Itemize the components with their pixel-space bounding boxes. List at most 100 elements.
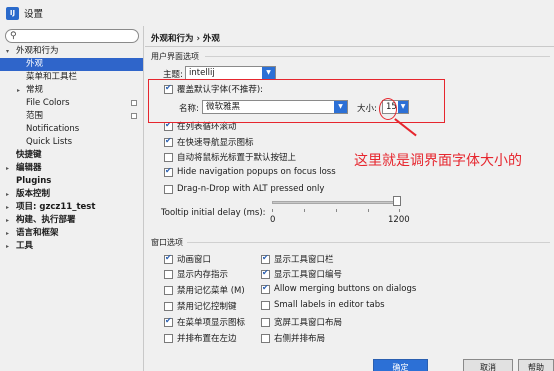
tree-item-label: 工具 (16, 241, 34, 251)
cancel-button[interactable]: 取消 (463, 359, 513, 371)
checkbox[interactable] (164, 152, 173, 162)
tree-item-tools[interactable]: ▸ 工具 (0, 240, 143, 253)
project-scope-icon (131, 113, 137, 119)
search-icon: ⚲ (10, 31, 17, 41)
tree-item-label: 语言和框架 (16, 228, 59, 238)
checkbox[interactable] (261, 300, 270, 310)
window-option-right-1[interactable]: 显示工具窗口编号 (261, 268, 342, 280)
window-option-right-3[interactable]: Small labels in editor tabs (261, 300, 385, 310)
window-option-right-4[interactable]: 宽屏工具窗口布局 (261, 316, 342, 328)
tree-item-label: 范围 (26, 111, 44, 121)
expand-arrow-icon[interactable]: ▸ (6, 227, 9, 240)
checkbox[interactable] (164, 166, 173, 177)
slider-tick (368, 209, 369, 212)
tree-item-plugins[interactable]: Plugins (0, 175, 143, 188)
tree-item-general[interactable]: ▸ 常规 (0, 84, 143, 97)
tree-item-label: 项目: gzcz11_test (16, 202, 96, 212)
settings-content: 外观和行为 › 外观 用户界面选项 主题: intellij ▼ 覆盖默认字体(… (145, 26, 554, 371)
slider-max-value: 1200 (388, 215, 410, 225)
checkbox[interactable] (164, 184, 173, 194)
tree-item-menus-toolbars[interactable]: 菜单和工具栏 (0, 71, 143, 84)
window-option-left-5[interactable]: 并排布置在左边 (164, 332, 237, 344)
tree-item-appearance[interactable]: 外观 (0, 58, 143, 71)
section-divider (205, 56, 550, 57)
expand-arrow-icon[interactable]: ▸ (6, 162, 9, 175)
chevron-down-icon[interactable]: ▼ (262, 67, 275, 79)
tree-item-label: 构建、执行部署 (16, 215, 76, 225)
tree-item-label: 常规 (26, 85, 44, 95)
checkbox[interactable] (261, 268, 270, 279)
expand-arrow-icon[interactable]: ▸ (6, 214, 9, 227)
tooltip-delay-slider-track[interactable] (272, 201, 400, 204)
ok-button[interactable]: 确定 (373, 359, 428, 371)
expand-arrow-icon[interactable]: ▸ (6, 240, 9, 253)
help-button[interactable]: 帮助 (518, 359, 554, 371)
checkbox[interactable] (261, 317, 270, 327)
tree-item-file-colors[interactable]: File Colors (0, 97, 143, 110)
checkbox[interactable] (164, 253, 173, 264)
checkbox[interactable] (261, 333, 270, 343)
checkbox[interactable] (164, 269, 173, 279)
theme-select[interactable]: intellij ▼ (185, 66, 276, 80)
show-icons-navigation-option[interactable]: 在快速导航显示图标 (164, 136, 254, 148)
window-option-right-0[interactable]: 显示工具窗口栏 (261, 253, 334, 265)
slider-min-value: 0 (270, 215, 276, 225)
tooltip-delay-row: Tooltip initial delay (ms): (161, 208, 266, 218)
move-mouse-default-button-option[interactable]: 自动将鼠标光标置于默认按钮上 (164, 151, 296, 163)
checkbox[interactable] (261, 253, 270, 264)
window-option-left-1[interactable]: 显示内存指示 (164, 268, 228, 280)
tree-item-quick-lists[interactable]: Quick Lists (0, 136, 143, 149)
option-label: 显示内存指示 (177, 270, 229, 280)
annotation-text: 这里就是调界面字体大小的 (354, 153, 522, 169)
tree-item-appearance-behavior[interactable]: ▾ 外观和行为 (0, 45, 143, 58)
tree-item-project[interactable]: ▸ 项目: gzcz11_test (0, 201, 143, 214)
expand-arrow-icon[interactable]: ▾ (6, 45, 9, 58)
option-label: 动画窗口 (177, 255, 212, 265)
project-scope-icon (131, 100, 137, 106)
option-label: 在菜单项显示图标 (177, 318, 246, 328)
checkbox[interactable] (164, 285, 173, 295)
window-option-left-4[interactable]: 在菜单项显示图标 (164, 316, 245, 328)
breadcrumb: 外观和行为 › 外观 (151, 34, 220, 44)
checkbox[interactable] (164, 316, 173, 327)
drag-n-drop-alt-option[interactable]: Drag-n-Drop with ALT pressed only (164, 184, 324, 194)
checkbox[interactable] (164, 333, 173, 343)
window-option-left-3[interactable]: 禁用记忆控制键 (164, 300, 237, 312)
tree-item-editor[interactable]: ▸ 编辑器 (0, 162, 143, 175)
annotation-circle (379, 98, 397, 120)
title-bar: IJ 设置 (0, 0, 554, 26)
app-icon: IJ (6, 6, 19, 20)
search-input[interactable]: ⚲ (5, 29, 139, 43)
tooltip-delay-label: Tooltip initial delay (ms): (161, 208, 266, 218)
option-label: 自动将鼠标光标置于默认按钮上 (177, 153, 297, 163)
window-option-right-2[interactable]: Allow merging buttons on dialogs (261, 283, 416, 294)
option-label: 显示工具窗口编号 (274, 270, 343, 280)
option-label: 禁用记忆菜单 (M) (177, 286, 245, 296)
checkbox[interactable] (164, 136, 173, 147)
window-option-left-0[interactable]: 动画窗口 (164, 253, 211, 265)
expand-arrow-icon[interactable]: ▸ (6, 188, 9, 201)
tree-item-label: 快捷键 (16, 150, 42, 160)
expand-arrow-icon[interactable]: ▸ (6, 201, 9, 214)
slider-tick (336, 209, 337, 212)
checkbox[interactable] (261, 283, 270, 294)
section-title-ui-options: 用户界面选项 (151, 52, 199, 61)
tree-item-scopes[interactable]: 范围 (0, 110, 143, 123)
window-option-left-2[interactable]: 禁用记忆菜单 (M) (164, 284, 245, 296)
tree-item-languages-frameworks[interactable]: ▸ 语言和框架 (0, 227, 143, 240)
option-label: 宽屏工具窗口布局 (274, 318, 343, 328)
tree-item-notifications[interactable]: Notifications (0, 123, 143, 136)
option-label: 并排布置在左边 (177, 334, 237, 344)
hide-nav-popups-option[interactable]: Hide navigation popups on focus loss (164, 166, 336, 177)
slider-max-label: 1200 (388, 215, 410, 225)
expand-arrow-icon[interactable]: ▸ (17, 84, 20, 97)
tooltip-delay-slider-handle[interactable] (393, 196, 401, 206)
checkbox[interactable] (164, 301, 173, 311)
tree-item-build-execution[interactable]: ▸ 构建、执行部署 (0, 214, 143, 227)
slider-min-label: 0 (270, 215, 275, 225)
tree-item-label: File Colors (26, 98, 70, 108)
tree-item-version-control[interactable]: ▸ 版本控制 (0, 188, 143, 201)
tree-item-label: Notifications (26, 124, 80, 134)
tree-item-keymap[interactable]: 快捷键 (0, 149, 143, 162)
window-option-right-5[interactable]: 右侧并排布局 (261, 332, 325, 344)
